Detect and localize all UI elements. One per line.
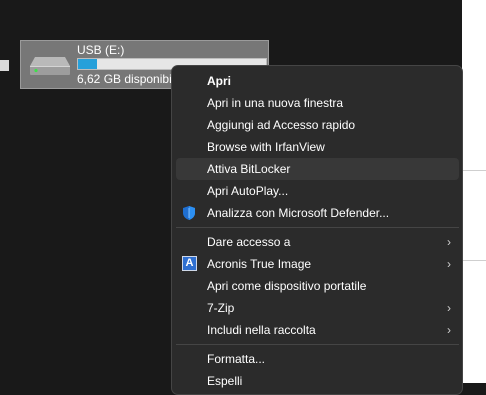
- chevron-right-icon: ›: [447, 235, 451, 249]
- chevron-right-icon: ›: [447, 323, 451, 337]
- menu-item-label: Acronis True Image: [207, 257, 312, 271]
- defender-shield-icon: [183, 206, 195, 220]
- acronis-icon: A: [182, 256, 197, 271]
- menu-separator: [176, 227, 459, 228]
- menu-item-autoplay[interactable]: Apri AutoPlay...: [176, 180, 459, 202]
- usb-drive-icon: [30, 57, 70, 75]
- drive-usage-fill: [78, 59, 97, 69]
- menu-item-acronis[interactable]: A Acronis True Image ›: [176, 253, 459, 275]
- panel-divider: [462, 170, 486, 171]
- drive-free-space: 6,62 GB disponibil: [77, 72, 175, 86]
- menu-item-label: Apri come dispositivo portatile: [207, 279, 367, 293]
- context-menu: Apri Apri in una nuova finestra Aggiungi…: [171, 65, 463, 395]
- menu-item-label: Dare accesso a: [207, 235, 291, 249]
- menu-item-open-portable[interactable]: Apri come dispositivo portatile: [176, 275, 459, 297]
- menu-item-label: Attiva BitLocker: [207, 162, 291, 176]
- menu-item-open-new-window[interactable]: Apri in una nuova finestra: [176, 92, 459, 114]
- panel-divider: [462, 260, 486, 261]
- menu-item-label: Aggiungi ad Accesso rapido: [207, 118, 356, 132]
- chevron-right-icon: ›: [447, 257, 451, 271]
- drive-name: USB (E:): [77, 43, 125, 57]
- menu-item-label: Apri AutoPlay...: [207, 184, 289, 198]
- menu-item-label: Analizza con Microsoft Defender...: [207, 206, 390, 220]
- scroll-marker: [0, 60, 9, 71]
- menu-item-label: Espelli: [207, 374, 243, 388]
- menu-item-label: 7-Zip: [207, 301, 235, 315]
- menu-item-add-quick-access[interactable]: Aggiungi ad Accesso rapido: [176, 114, 459, 136]
- background-window-panel: [462, 0, 486, 383]
- menu-separator: [176, 344, 459, 345]
- menu-item-give-access[interactable]: Dare accesso a ›: [176, 231, 459, 253]
- desktop-background: USB (E:) 6,62 GB disponibil Apri Apri in…: [0, 0, 486, 395]
- menu-item-7zip[interactable]: 7-Zip ›: [176, 297, 459, 319]
- menu-item-defender-scan[interactable]: Analizza con Microsoft Defender...: [176, 202, 459, 224]
- menu-item-eject[interactable]: Espelli: [176, 370, 459, 392]
- menu-item-include-library[interactable]: Includi nella raccolta ›: [176, 319, 459, 341]
- menu-item-bitlocker[interactable]: Attiva BitLocker: [176, 158, 459, 180]
- menu-item-label: Browse with IrfanView: [207, 140, 325, 154]
- menu-item-browse-irfanview[interactable]: Browse with IrfanView: [176, 136, 459, 158]
- chevron-right-icon: ›: [447, 301, 451, 315]
- menu-item-label: Apri in una nuova finestra: [207, 96, 344, 110]
- menu-item-format[interactable]: Formatta...: [176, 348, 459, 370]
- menu-item-label: Formatta...: [207, 352, 266, 366]
- menu-item-open[interactable]: Apri: [176, 70, 459, 92]
- menu-item-label: Apri: [207, 74, 231, 88]
- menu-item-label: Includi nella raccolta: [207, 323, 316, 337]
